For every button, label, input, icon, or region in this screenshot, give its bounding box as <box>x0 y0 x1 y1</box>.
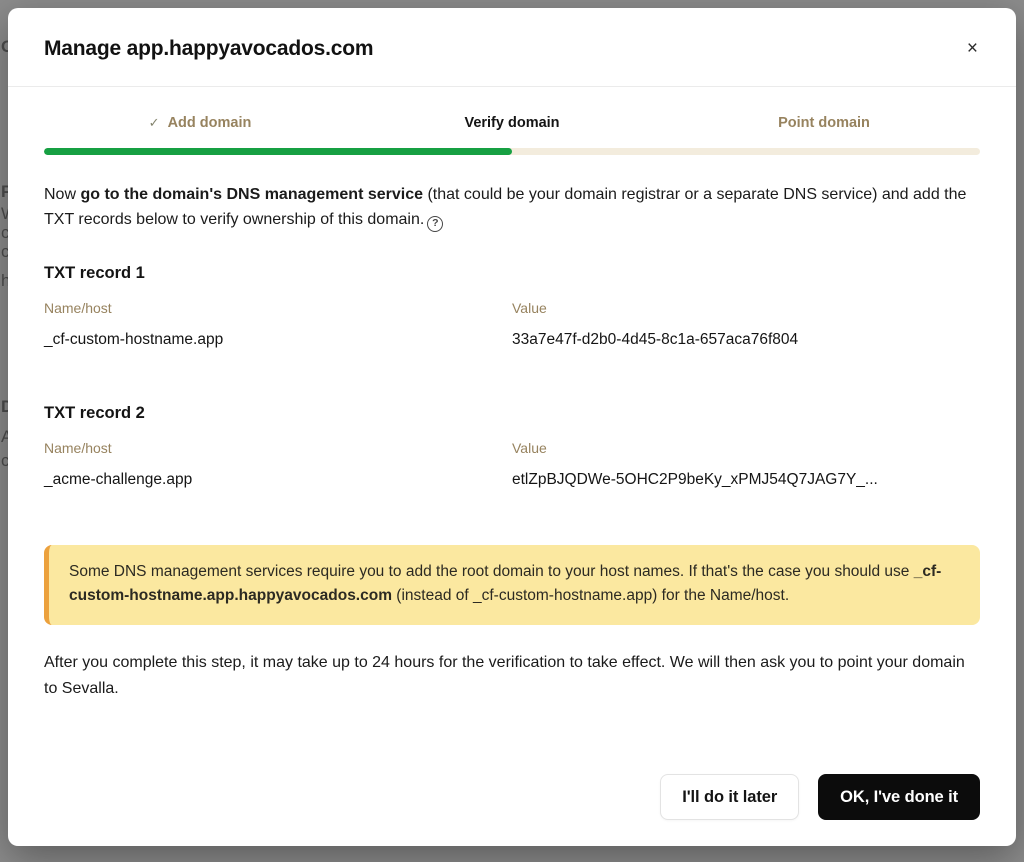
dns-warning-callout: Some DNS management services require you… <box>44 545 980 626</box>
name-host-label: Name/host <box>44 300 512 316</box>
record-grid: Name/host Value _cf-custom-hostname.app … <box>44 300 980 349</box>
manage-domain-modal: Manage app.happyavocados.com × ✓ Add dom… <box>8 8 1016 846</box>
step-label: Add domain <box>168 115 252 131</box>
after-note-text: After you complete this step, it may tak… <box>44 654 965 697</box>
step-verify-domain: Verify domain <box>356 115 668 131</box>
help-icon[interactable]: ? <box>427 216 443 232</box>
sevalla-link[interactable]: Sevalla <box>62 680 114 697</box>
after-note-period: . <box>114 680 118 697</box>
modal-footer: I'll do it later OK, I've done it <box>8 756 1016 846</box>
modal-header: Manage app.happyavocados.com × <box>8 8 1016 87</box>
record-name-value: _acme-challenge.app <box>44 471 512 489</box>
intro-prefix: Now <box>44 186 80 203</box>
name-host-label: Name/host <box>44 440 512 456</box>
modal-title: Manage app.happyavocados.com <box>44 37 373 61</box>
close-icon[interactable]: × <box>963 35 982 62</box>
check-icon: ✓ <box>149 115 160 131</box>
warning-text-2: (instead of _cf-custom-hostname.app) for… <box>392 587 789 604</box>
record-title: TXT record 1 <box>44 264 980 283</box>
after-note: After you complete this step, it may tak… <box>44 650 980 701</box>
ok-done-button[interactable]: OK, I've done it <box>818 774 980 820</box>
progress-bar <box>44 148 980 155</box>
step-point-domain: Point domain <box>668 115 980 131</box>
txt-record-2: TXT record 2 Name/host Value _acme-chall… <box>44 404 980 489</box>
intro-bold: go to the domain's DNS management servic… <box>80 186 423 203</box>
step-label: Verify domain <box>464 115 559 131</box>
do-it-later-button[interactable]: I'll do it later <box>660 774 799 820</box>
value-label: Value <box>512 300 980 316</box>
stepper: ✓ Add domain Verify domain Point domain <box>8 87 1016 144</box>
record-value-value: etlZpBJQDWe-5OHC2P9beKy_xPMJ54Q7JAG7Y_..… <box>512 471 980 489</box>
step-label: Point domain <box>778 115 870 131</box>
record-grid: Name/host Value _acme-challenge.app etlZ… <box>44 440 980 489</box>
intro-text: Now go to the domain's DNS management se… <box>44 182 980 233</box>
warning-text-1: Some DNS management services require you… <box>69 563 914 580</box>
value-label: Value <box>512 440 980 456</box>
record-title: TXT record 2 <box>44 404 980 423</box>
progress-bar-fill <box>44 148 512 155</box>
record-value-value: 33a7e47f-d2b0-4d45-8c1a-657aca76f804 <box>512 331 980 349</box>
txt-record-1: TXT record 1 Name/host Value _cf-custom-… <box>44 264 980 349</box>
record-name-value: _cf-custom-hostname.app <box>44 331 512 349</box>
step-add-domain: ✓ Add domain <box>44 115 356 131</box>
modal-content: Now go to the domain's DNS management se… <box>8 155 1016 756</box>
